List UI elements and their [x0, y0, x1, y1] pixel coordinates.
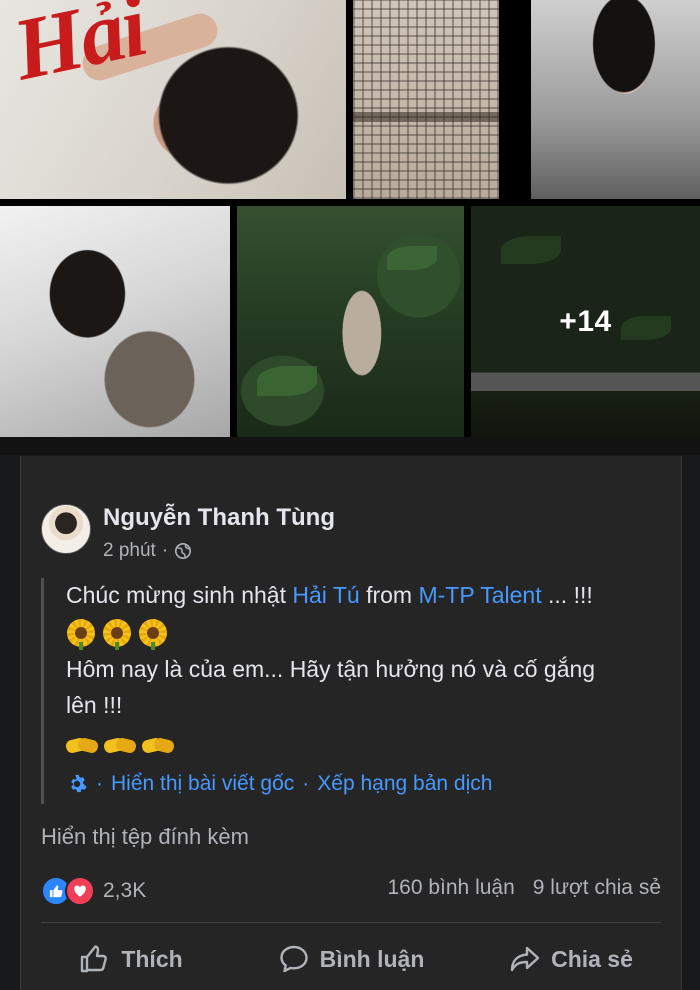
meta-separator: · [161, 540, 169, 561]
photo-3[interactable] [531, 0, 700, 199]
comment-bubble-icon [279, 945, 308, 973]
love-reaction-icon [65, 876, 95, 906]
post-stats: 2,3K 160 bình luận 9 lượt chia sẻ [41, 876, 661, 906]
rate-translation-link[interactable]: Xếp hạng bản dịch [317, 772, 492, 796]
handshake-icon [140, 732, 176, 758]
thumbs-up-icon [81, 945, 108, 973]
comment-label: Bình luận [319, 945, 425, 972]
text-line-2: Hôm nay là của em... Hãy tận hưởng nó và… [66, 656, 596, 682]
like-label: Thích [121, 945, 183, 972]
feed-separator [0, 437, 700, 455]
sunflower-emoji-row [66, 618, 168, 650]
handshake-icon [64, 732, 100, 758]
separator-dot: · [302, 772, 310, 795]
more-photos-count: +14 [559, 304, 612, 338]
translated-post-text: Chúc mừng sinh nhật Hải Tú from M-TP Tal… [41, 578, 664, 804]
photo-1[interactable]: Hải [0, 0, 346, 199]
photo-grid: Hải +14 [0, 0, 700, 437]
photo-5[interactable] [237, 206, 464, 437]
mention-hai-tu[interactable]: Hải Tú [292, 582, 359, 608]
mention-mtp-talent[interactable]: M-TP Talent [418, 582, 541, 608]
divider [41, 922, 661, 923]
show-original-link[interactable]: Hiển thị bài viết gốc [111, 772, 294, 796]
handshake-icon [102, 732, 138, 758]
post-card: Nguyễn Thanh Tùng 2 phút · Chúc mừng sin… [20, 456, 682, 990]
post-time[interactable]: 2 phút [103, 540, 156, 562]
share-count[interactable]: 9 lượt chia sẻ [533, 876, 661, 900]
show-attachment-link[interactable]: Hiển thị tệp đính kèm [41, 824, 249, 850]
photo-2[interactable] [353, 0, 499, 199]
author-name[interactable]: Nguyễn Thanh Tùng [103, 504, 335, 532]
handshake-emoji-row [64, 732, 176, 758]
post-meta: 2 phút · [103, 540, 192, 562]
sunflower-icon [102, 618, 132, 650]
photo-6-more[interactable]: +14 [471, 206, 700, 437]
text-line-3: lên !!! [66, 692, 123, 718]
reaction-count: 2,3K [103, 879, 147, 902]
gear-icon [71, 774, 87, 793]
like-button[interactable]: Thích [21, 934, 241, 984]
comment-count[interactable]: 160 bình luận [387, 876, 514, 900]
share-label: Chia sẻ [551, 945, 633, 972]
engagement-counts: 160 bình luận 9 lượt chia sẻ [387, 876, 661, 900]
globe-icon [175, 542, 192, 560]
share-button[interactable]: Chia sẻ [461, 934, 681, 984]
comment-button[interactable]: Bình luận [241, 934, 461, 984]
separator-dot: · [96, 772, 103, 795]
reactions-summary[interactable]: 2,3K [41, 876, 146, 906]
share-arrow-icon [510, 946, 540, 972]
sunflower-icon [138, 618, 168, 650]
sunflower-icon [66, 618, 96, 650]
avatar[interactable] [41, 504, 91, 554]
more-photos-overlay: +14 [471, 206, 700, 437]
action-bar: Thích Bình luận Chia sẻ [21, 934, 681, 984]
translation-options: · Hiển thị bài viết gốc · Xếp hạng bản d… [66, 772, 492, 796]
text-line-1: Chúc mừng sinh nhật Hải Tú from M-TP Tal… [66, 582, 593, 608]
photo-4[interactable] [0, 206, 230, 437]
cover-lettering: Hải [5, 0, 154, 100]
